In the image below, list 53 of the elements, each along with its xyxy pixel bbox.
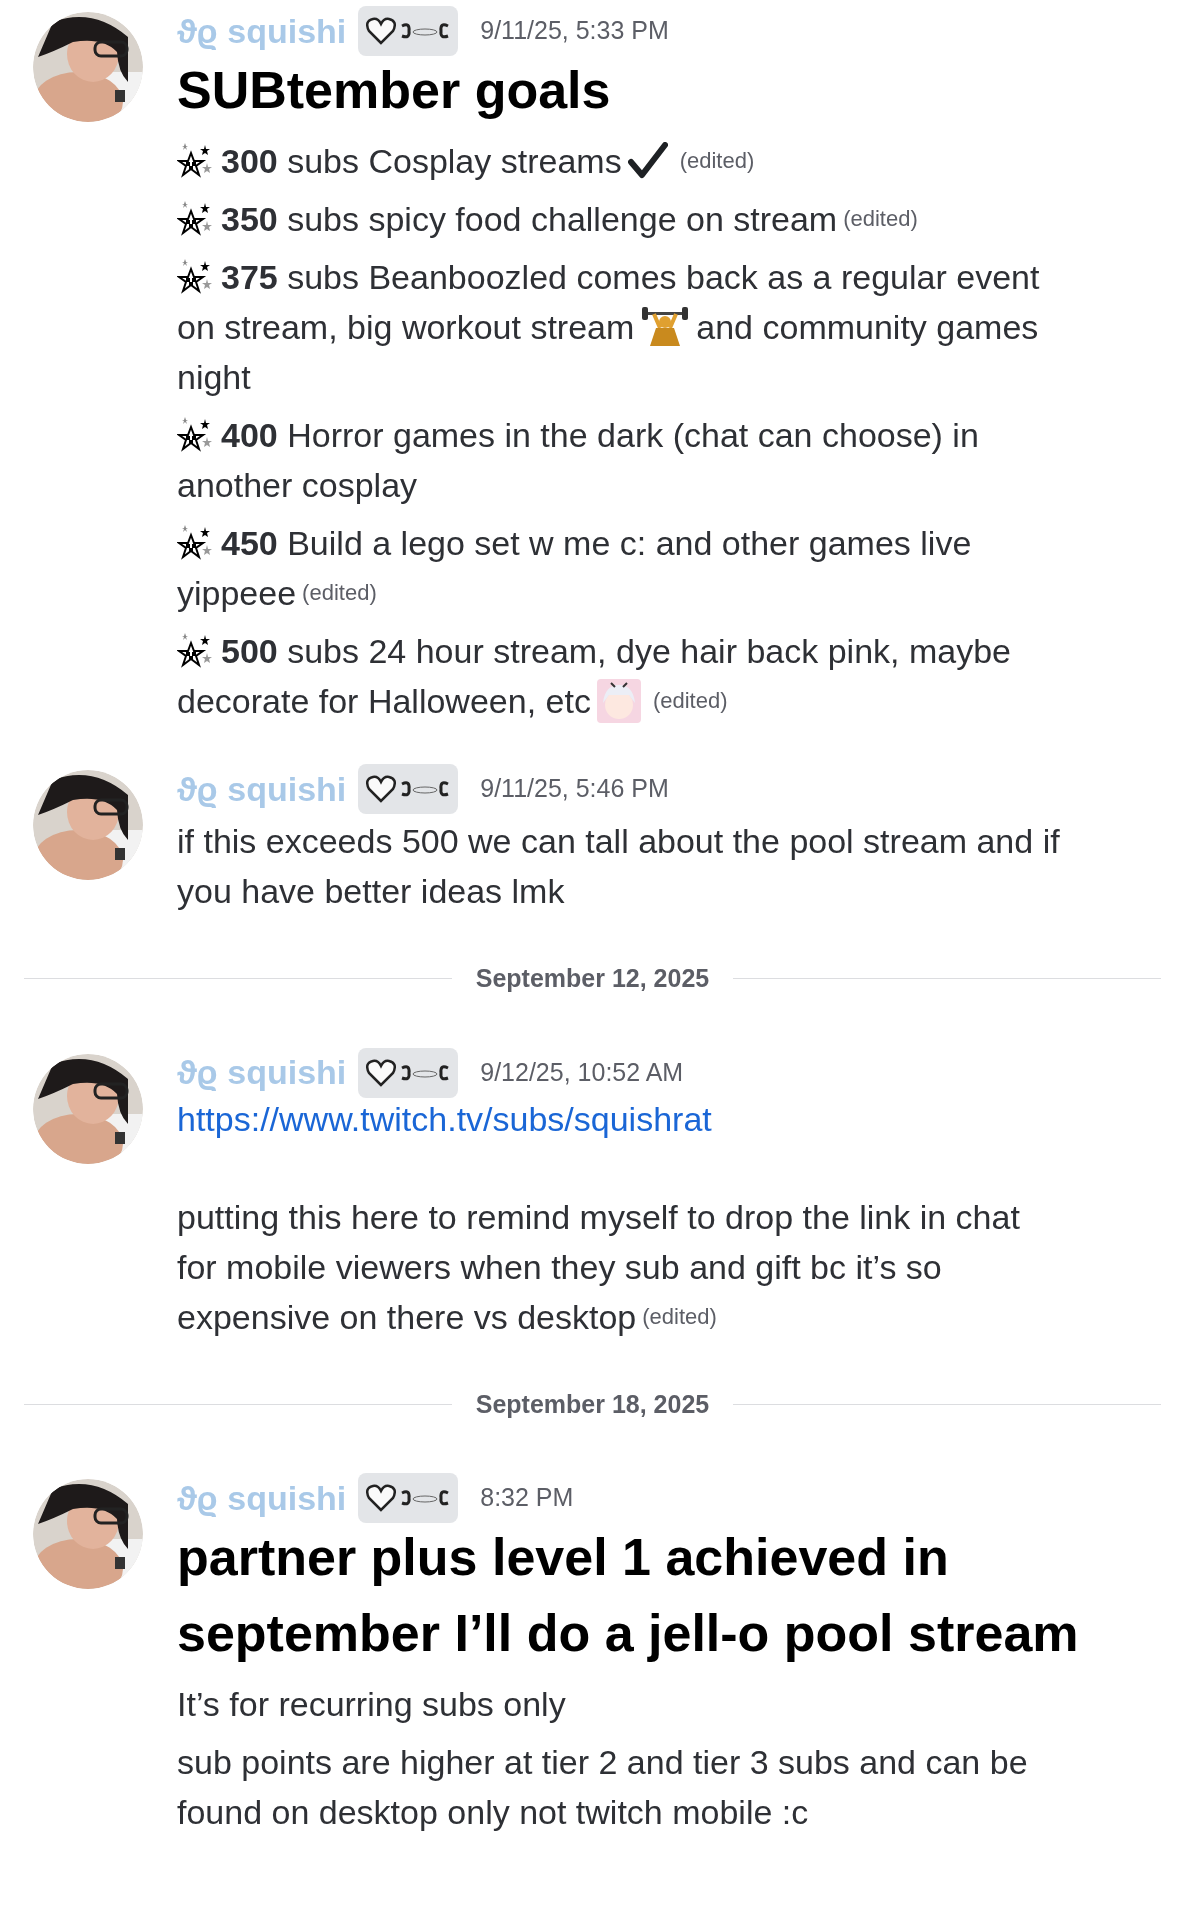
check-icon — [627, 142, 668, 180]
edited-label: (edited) — [679, 147, 755, 175]
edited-label: (edited) — [302, 579, 377, 607]
heart-icon — [366, 1058, 397, 1087]
message-text: if this exceeds 500 we can tall about the pool stream and if — [177, 821, 1060, 862]
message-text: sub points are higher at tier 2 and tier 3 subs and can be — [177, 1742, 1028, 1783]
goal-text: 300 subs Cosplay streams — [221, 141, 622, 182]
edited-label: (edited) — [652, 687, 728, 715]
goal-text: night — [177, 357, 251, 398]
stars-icon — [177, 201, 213, 237]
message-text: you have better ideas lmk — [177, 871, 565, 912]
date-divider: September 12, 2025 — [475, 963, 710, 994]
message-heading: partner plus level 1 achieved in september I’ll do a jell-o pool stream — [177, 1527, 1080, 1664]
stars-icon — [177, 143, 213, 179]
ribbon-icon — [400, 1063, 451, 1082]
goal-text: 500 subs 24 hour stream, dye hair back pink, maybe — [221, 631, 1011, 672]
author-name[interactable]: ϑϱ squishi — [177, 1472, 347, 1524]
stars-icon — [177, 633, 213, 669]
goal-text: on stream, big workout stream — [177, 307, 635, 348]
date-divider: September 18, 2025 — [475, 1388, 710, 1420]
goal-text: and community games — [696, 307, 1039, 348]
stars-icon — [177, 417, 213, 453]
weightlifter-icon — [642, 306, 689, 348]
message-heading: SUBtember goals — [177, 60, 612, 121]
message-text: It’s for recurring subs only — [177, 1684, 566, 1725]
timestamp: 9/12/25, 10:52 AM — [480, 1056, 684, 1088]
timestamp: 9/11/25, 5:33 PM — [480, 15, 669, 47]
goal-text: decorate for Halloween, etc — [177, 681, 591, 722]
stars-icon — [177, 259, 213, 295]
timestamp: 9/11/25, 5:46 PM — [480, 773, 669, 805]
stars-icon — [177, 525, 213, 561]
timestamp: 8:32 PM — [480, 1482, 574, 1514]
message-text: expensive on there vs desktop — [177, 1296, 637, 1338]
ribbon-icon — [400, 1489, 451, 1507]
message-text: putting this here to remind myself to drop the link in chat — [177, 1196, 1020, 1238]
author-name[interactable]: ϑϱ squishi — [177, 763, 347, 815]
goal-text: 350 subs spicy food challenge on stream — [221, 199, 838, 240]
goal-text: 450 Build a lego set w me c: and other games live — [221, 523, 972, 564]
ribbon-icon — [400, 780, 451, 798]
goal-text: yippeee — [177, 573, 297, 614]
author-name[interactable]: ϑϱ squishi — [177, 5, 347, 57]
goal-text: another cosplay — [177, 465, 418, 506]
message-text: found on desktop only not twitch mobile :c — [177, 1792, 809, 1833]
goal-text: 375 subs Beanboozled comes back as a regular event — [221, 257, 1040, 298]
message-text: for mobile viewers when they sub and gift bc it’s so — [177, 1246, 942, 1288]
heart-icon — [366, 775, 397, 803]
heart-icon — [366, 17, 397, 45]
heart-icon — [366, 1484, 397, 1512]
sticker-icon — [596, 679, 641, 723]
edited-label: (edited) — [642, 1302, 717, 1331]
ribbon-icon — [400, 22, 451, 40]
goal-text: 400 Horror games in the dark (chat can choose) in — [221, 415, 979, 456]
edited-label: (edited) — [843, 205, 918, 233]
